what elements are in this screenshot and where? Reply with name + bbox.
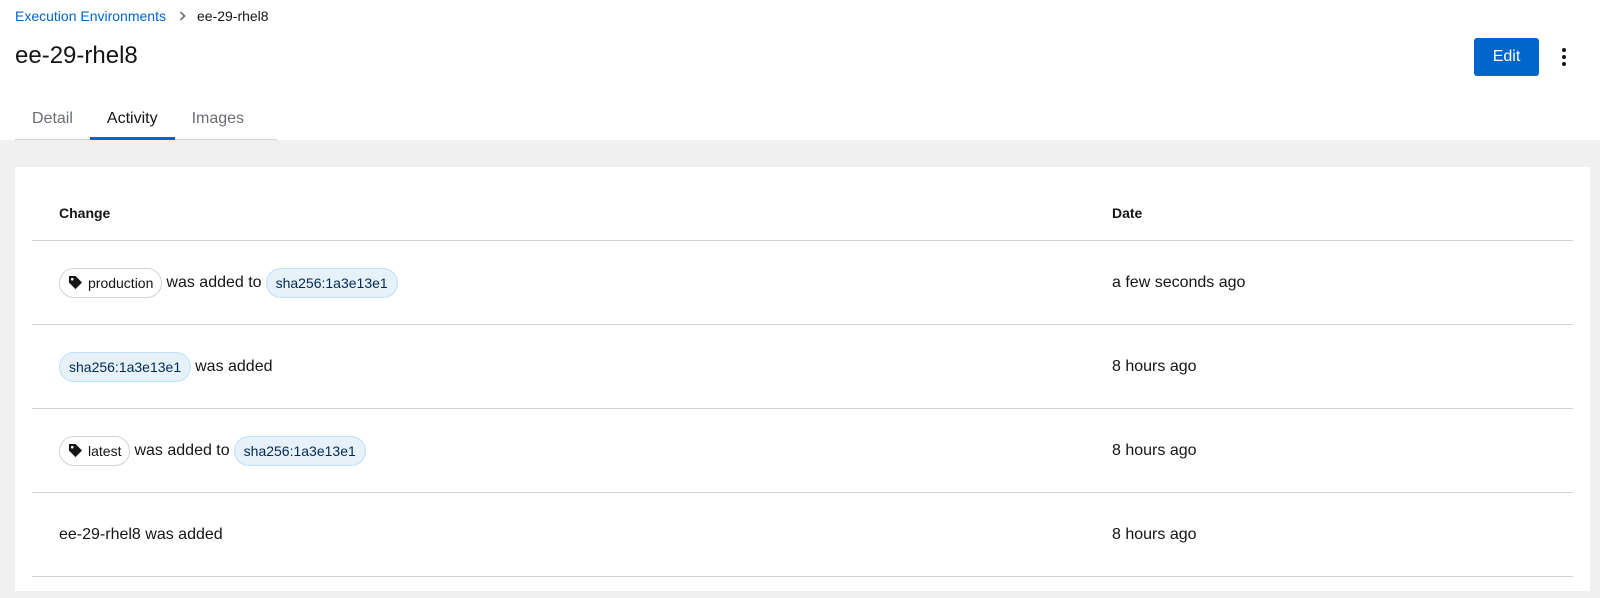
breadcrumb-execution-environments-link[interactable]: Execution Environments bbox=[15, 8, 166, 24]
digest-label[interactable]: sha256:1a3e13e1 bbox=[233, 435, 366, 466]
tag-icon bbox=[68, 443, 83, 458]
tag-name: latest bbox=[88, 442, 122, 459]
date-cell: 8 hours ago bbox=[1112, 441, 1197, 459]
activity-table: Change Date production was added to sha2… bbox=[32, 167, 1573, 577]
table-row: latest was added to sha256:1a3e13e1 8 ho… bbox=[32, 409, 1573, 493]
tab-bar: Detail Activity Images bbox=[15, 98, 277, 140]
table-row: sha256:1a3e13e1 was added 8 hours ago bbox=[32, 325, 1573, 409]
tag-icon bbox=[68, 275, 83, 290]
breadcrumb-current: ee-29-rhel8 bbox=[196, 8, 269, 24]
column-header-date: Date bbox=[1112, 205, 1143, 221]
table-row: ee-29-rhel8 was added 8 hours ago bbox=[32, 493, 1573, 577]
column-header-change: Change bbox=[59, 205, 111, 221]
edit-button[interactable]: Edit bbox=[1474, 38, 1539, 76]
tag-name: production bbox=[88, 274, 154, 291]
tag-label[interactable]: latest bbox=[59, 435, 131, 466]
change-cell: ee-29-rhel8 was added bbox=[59, 493, 223, 576]
change-text: was added to bbox=[134, 441, 230, 459]
kebab-menu-icon[interactable] bbox=[1554, 40, 1574, 74]
chevron-right-icon bbox=[179, 11, 186, 21]
change-text: ee-29-rhel8 was added bbox=[59, 525, 223, 543]
change-text: was added to bbox=[166, 273, 262, 291]
tab-images[interactable]: Images bbox=[175, 98, 261, 139]
digest-label[interactable]: sha256:1a3e13e1 bbox=[265, 267, 398, 298]
breadcrumb: Execution Environments ee-29-rhel8 bbox=[15, 6, 269, 26]
tab-activity[interactable]: Activity bbox=[89, 98, 175, 140]
tag-label[interactable]: production bbox=[59, 267, 163, 298]
date-cell: a few seconds ago bbox=[1112, 273, 1246, 291]
tab-detail[interactable]: Detail bbox=[15, 98, 90, 139]
page-title: ee-29-rhel8 bbox=[15, 42, 138, 69]
change-cell: production was added to sha256:1a3e13e1 bbox=[59, 241, 398, 324]
table-row: production was added to sha256:1a3e13e1 … bbox=[32, 241, 1573, 325]
date-cell: 8 hours ago bbox=[1112, 525, 1197, 543]
change-text: was added bbox=[195, 357, 273, 375]
page-header: Execution Environments ee-29-rhel8 ee-29… bbox=[0, 0, 1600, 140]
change-cell: latest was added to sha256:1a3e13e1 bbox=[59, 409, 366, 492]
table-header: Change Date bbox=[32, 167, 1573, 241]
date-cell: 8 hours ago bbox=[1112, 357, 1197, 375]
change-cell: sha256:1a3e13e1 was added bbox=[59, 325, 277, 408]
activity-card: Change Date production was added to sha2… bbox=[15, 167, 1590, 591]
digest-label[interactable]: sha256:1a3e13e1 bbox=[59, 351, 192, 382]
